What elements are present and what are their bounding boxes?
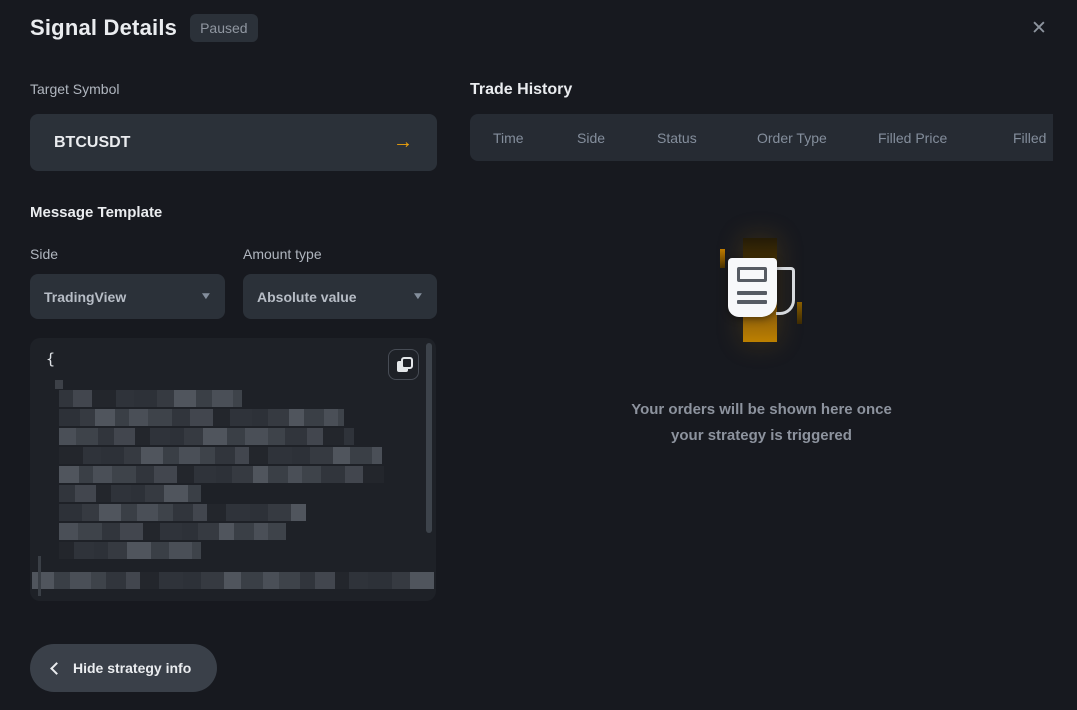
message-template-heading: Message Template	[30, 204, 162, 221]
target-symbol-field[interactable]: BTCUSDT →	[30, 114, 437, 171]
redacted-row	[32, 572, 434, 589]
column-header-status: Status	[657, 130, 757, 146]
amount-type-label: Amount type	[243, 246, 322, 262]
chevron-left-icon	[50, 662, 63, 675]
column-header-filled-price: Filled Price	[878, 130, 1013, 146]
status-badge: Paused	[190, 14, 257, 42]
chevron-down-icon: ▼	[199, 291, 212, 302]
code-open-brace: {	[46, 350, 55, 368]
redacted-row	[59, 485, 434, 502]
redacted-row	[59, 409, 434, 426]
empty-state-line-1: Your orders will be shown here once	[470, 397, 1053, 423]
copy-icon	[401, 357, 413, 369]
redacted-fragment	[38, 556, 41, 596]
modal-header: Signal Details Paused	[30, 14, 258, 42]
redacted-code	[59, 390, 434, 591]
column-header-filled: Filled	[1013, 130, 1046, 146]
side-label: Side	[30, 246, 58, 262]
redacted-row	[59, 428, 434, 445]
trade-history-heading: Trade History	[470, 81, 572, 99]
copy-button[interactable]	[388, 349, 419, 380]
redacted-row	[59, 466, 434, 483]
empty-state-line-2: your strategy is triggered	[470, 423, 1053, 449]
redacted-row	[59, 523, 434, 540]
page-curl-icon	[776, 267, 795, 315]
page-title: Signal Details	[30, 15, 177, 41]
close-icon[interactable]: ✕	[1027, 16, 1051, 40]
candlestick-icon	[797, 302, 802, 324]
redacted-row	[59, 542, 434, 559]
redacted-row	[59, 390, 434, 407]
amount-type-dropdown-value: Absolute value	[257, 289, 357, 305]
empty-state-message: Your orders will be shown here once your…	[470, 397, 1053, 449]
column-header-time: Time	[493, 130, 577, 146]
hide-strategy-info-label: Hide strategy info	[73, 660, 191, 676]
empty-orders-illustration	[681, 236, 841, 348]
redacted-row	[59, 504, 434, 521]
message-template-code-block: {	[30, 338, 436, 601]
redacted-fragment	[55, 380, 63, 389]
trade-history-header-row: TimeSideStatusOrder TypeFilled PriceFill…	[470, 114, 1053, 161]
side-dropdown[interactable]: TradingView ▼	[30, 274, 225, 319]
document-text-line	[737, 291, 767, 295]
column-header-side: Side	[577, 130, 657, 146]
target-symbol-label: Target Symbol	[30, 81, 119, 97]
column-header-order-type: Order Type	[757, 130, 878, 146]
order-document-icon	[728, 258, 777, 317]
signal-details-modal: Signal Details Paused ✕ Target Symbol BT…	[0, 0, 1077, 710]
code-scrollbar-thumb[interactable]	[426, 343, 432, 533]
amount-type-dropdown[interactable]: Absolute value ▼	[243, 274, 437, 319]
arrow-right-icon[interactable]: →	[393, 131, 413, 154]
document-text-line	[737, 300, 767, 304]
hide-strategy-info-button[interactable]: Hide strategy info	[30, 644, 217, 692]
side-dropdown-value: TradingView	[44, 289, 126, 305]
candlestick-icon	[720, 249, 725, 268]
symbol-value: BTCUSDT	[54, 134, 130, 152]
redacted-row	[59, 447, 434, 464]
document-header-box	[737, 267, 767, 282]
chevron-down-icon: ▼	[411, 291, 424, 302]
